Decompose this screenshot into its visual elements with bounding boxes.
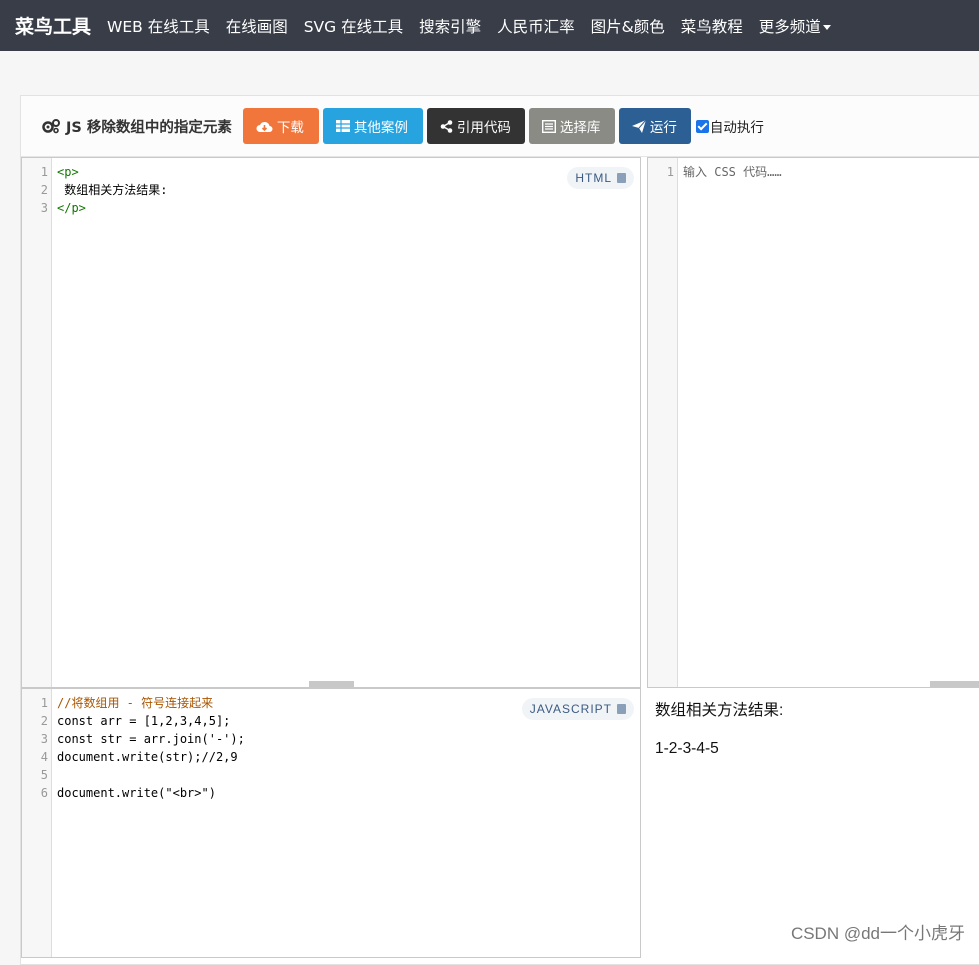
result-output: 1-2-3-4-5 — [655, 740, 979, 758]
code-line: 1<p> — [22, 163, 640, 181]
code-text: <p> — [57, 163, 79, 181]
code-line: 1输入 CSS 代码…… — [648, 163, 979, 181]
html-language-badge: HTML — [567, 167, 634, 189]
code-text: //将数组用 - 符号连接起来 — [57, 694, 213, 712]
autorun-checkbox[interactable] — [696, 120, 709, 133]
paper-plane-icon — [632, 120, 646, 133]
nav-rmb-rate[interactable]: 人民币汇率 — [497, 15, 575, 37]
nav-more-channels[interactable]: 更多频道 — [759, 15, 831, 37]
code-text: const str = arr.join('-'); — [57, 730, 245, 748]
share-icon — [440, 120, 453, 133]
js-file-icon — [617, 704, 626, 714]
list-box-icon — [542, 120, 556, 133]
html-editor[interactable]: 1<p> 2 数组相关方法结果: 3</p> HTML — [21, 157, 641, 688]
css-editor-scrollbar[interactable] — [930, 681, 979, 687]
examples-button[interactable]: 其他案例 — [323, 108, 423, 144]
code-text: document.write(str);//2,9 — [57, 748, 238, 766]
nav-svg-tools[interactable]: SVG 在线工具 — [304, 15, 403, 37]
share-label: 引用代码 — [457, 116, 511, 136]
gears-icon — [41, 118, 61, 134]
html5-icon — [617, 173, 626, 183]
code-text: </p> — [57, 199, 86, 217]
run-button[interactable]: 运行 — [619, 108, 691, 144]
css-editor-gutter — [648, 158, 678, 687]
download-button[interactable]: 下载 — [243, 108, 319, 144]
code-line: 6document.write("<br>") — [22, 784, 640, 802]
toolbar: JS 移除数组中的指定元素 下载 其他案例 引用代码 选择库 运行 自动执行 — [21, 96, 979, 157]
download-label: 下载 — [277, 116, 304, 136]
code-line: 3const str = arr.join('-'); — [22, 730, 640, 748]
autorun-label: 自动执行 — [710, 116, 764, 136]
watermark: CSDN @dd一个小虎牙 — [791, 919, 965, 944]
html-editor-gutter — [22, 158, 52, 687]
nav-more-label: 更多频道 — [759, 18, 821, 36]
nav-image-color[interactable]: 图片&颜色 — [591, 15, 665, 37]
code-text: document.write("<br>") — [57, 784, 216, 802]
page-title-text: JS 移除数组中的指定元素 — [66, 116, 232, 137]
table-icon — [336, 120, 350, 132]
js-language-badge: JAVASCRIPT — [522, 698, 634, 720]
code-text: const arr = [1,2,3,4,5]; — [57, 712, 230, 730]
code-line: 3</p> — [22, 199, 640, 217]
result-heading: 数组相关方法结果: — [655, 698, 979, 720]
nav-online-draw[interactable]: 在线画图 — [226, 15, 288, 37]
library-label: 选择库 — [560, 116, 601, 136]
nav-search-engine[interactable]: 搜索引擎 — [419, 15, 481, 37]
library-button[interactable]: 选择库 — [529, 108, 615, 144]
top-navbar: 菜鸟工具 WEB 在线工具 在线画图 SVG 在线工具 搜索引擎 人民币汇率 图… — [0, 0, 979, 51]
share-button[interactable]: 引用代码 — [427, 108, 525, 144]
page-title: JS 移除数组中的指定元素 — [41, 116, 232, 137]
html-editor-scrollbar[interactable] — [309, 681, 354, 687]
nav-tutorial[interactable]: 菜鸟教程 — [681, 15, 743, 37]
code-line: 5 — [22, 766, 640, 784]
caret-down-icon — [823, 25, 831, 30]
cloud-download-icon — [256, 120, 273, 133]
css-editor[interactable]: 1输入 CSS 代码…… — [647, 157, 979, 688]
autorun-toggle[interactable]: 自动执行 — [696, 116, 764, 136]
result-pane: 数组相关方法结果: 1-2-3-4-5 — [647, 688, 979, 958]
examples-label: 其他案例 — [354, 116, 408, 136]
nav-web-tools[interactable]: WEB 在线工具 — [107, 15, 210, 37]
code-text: 数组相关方法结果: — [57, 181, 167, 199]
run-label: 运行 — [650, 116, 677, 136]
brand-logo[interactable]: 菜鸟工具 — [0, 12, 91, 39]
code-line: 4document.write(str);//2,9 — [22, 748, 640, 766]
css-placeholder: 输入 CSS 代码…… — [683, 163, 782, 181]
code-line: 2 数组相关方法结果: — [22, 181, 640, 199]
js-editor[interactable]: 1//将数组用 - 符号连接起来 2const arr = [1,2,3,4,5… — [21, 688, 641, 958]
